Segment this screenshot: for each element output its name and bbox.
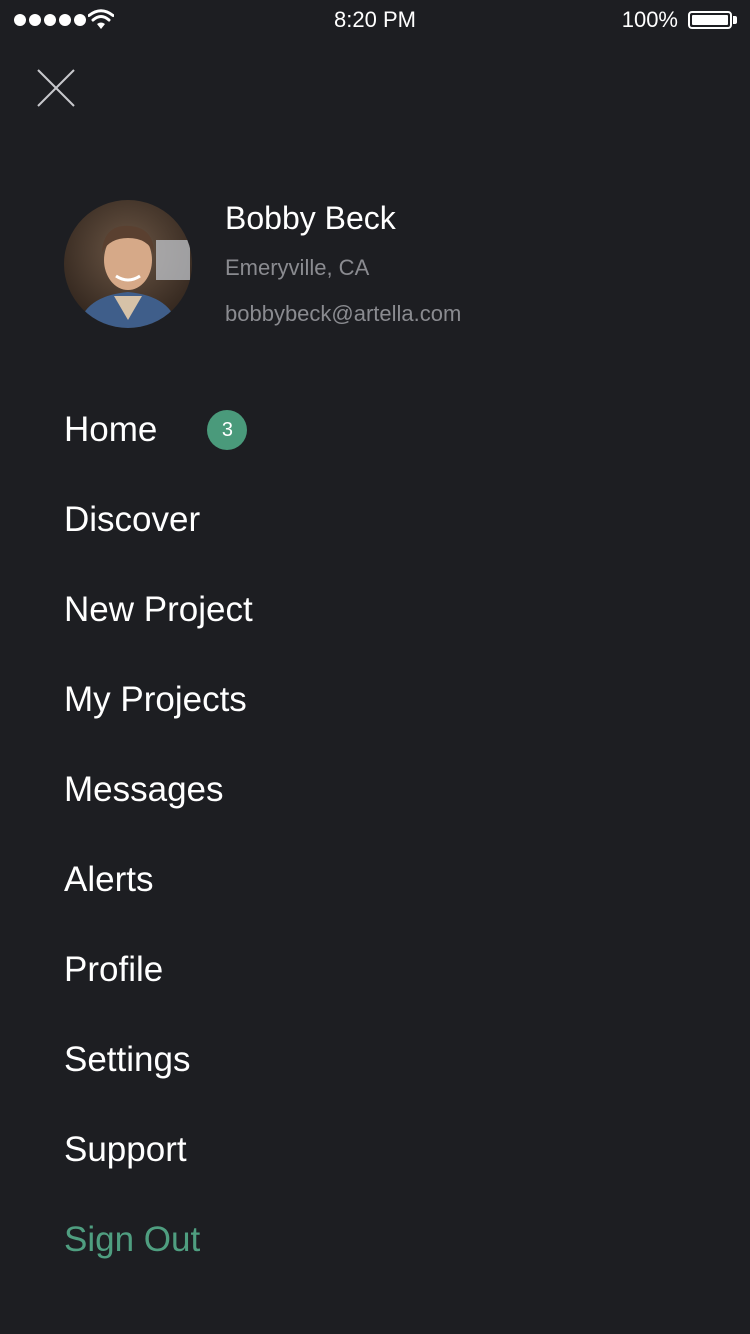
menu-item-messages[interactable]: Messages xyxy=(64,745,704,835)
user-email[interactable]: bobbybeck@artella.com xyxy=(225,301,461,327)
menu-item-label: Home xyxy=(64,410,158,449)
battery-percent: 100% xyxy=(621,7,678,32)
menu-item-label: Support xyxy=(64,1130,187,1169)
menu-item-profile[interactable]: Profile xyxy=(64,925,704,1015)
menu-item-new-project[interactable]: New Project xyxy=(64,565,704,655)
sign-out-button[interactable]: Sign Out xyxy=(64,1195,704,1285)
menu-item-label: Settings xyxy=(64,1040,191,1079)
menu-item-settings[interactable]: Settings xyxy=(64,1015,704,1105)
menu-item-alerts[interactable]: Alerts xyxy=(64,835,704,925)
menu-item-label: Alerts xyxy=(64,860,154,899)
menu-item-my-projects[interactable]: My Projects xyxy=(64,655,704,745)
menu-item-label: My Projects xyxy=(64,680,247,719)
user-photo xyxy=(64,200,192,328)
menu-item-discover[interactable]: Discover xyxy=(64,475,704,565)
battery-icon xyxy=(688,11,732,29)
close-icon xyxy=(37,69,75,107)
side-menu: Home 3 Discover New Project My Projects … xyxy=(64,385,704,1285)
menu-item-label: New Project xyxy=(64,590,253,629)
menu-item-label: Sign Out xyxy=(64,1220,201,1259)
avatar[interactable] xyxy=(64,200,192,328)
menu-item-label: Profile xyxy=(64,950,164,989)
close-button[interactable] xyxy=(34,66,78,110)
menu-item-home[interactable]: Home 3 xyxy=(64,385,704,475)
user-name: Bobby Beck xyxy=(225,200,396,236)
user-location: Emeryville, CA xyxy=(225,255,370,280)
status-bar: 8:20 PM 100% xyxy=(0,0,750,40)
notification-badge: 3 xyxy=(207,410,248,450)
battery-tip xyxy=(733,16,737,24)
menu-item-label: Messages xyxy=(64,770,224,809)
menu-item-label: Discover xyxy=(64,500,201,539)
menu-item-support[interactable]: Support xyxy=(64,1105,704,1195)
